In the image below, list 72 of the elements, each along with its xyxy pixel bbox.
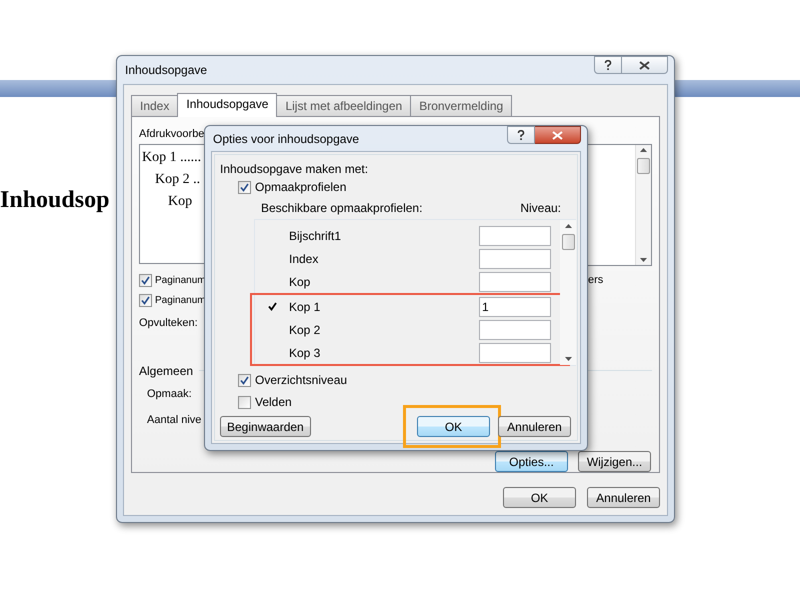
check-mark-icon bbox=[240, 376, 249, 384]
style-name: Kop 2 bbox=[289, 322, 322, 336]
checkbox[interactable] bbox=[238, 374, 251, 386]
column-header: Beschikbare opmaakprofielen: bbox=[261, 200, 422, 216]
level-field[interactable]: 1 bbox=[479, 296, 551, 316]
help-icon bbox=[604, 60, 612, 70]
style-row[interactable]: Bijschrift1 bbox=[250, 224, 570, 247]
preview-line: Kop 1 ...... bbox=[142, 149, 202, 167]
close-icon bbox=[552, 130, 563, 140]
check-mark-icon bbox=[268, 302, 276, 311]
checkbox[interactable] bbox=[238, 180, 251, 194]
dialog-button[interactable]: Annuleren bbox=[498, 416, 571, 437]
preview-line: Kop 2 .. bbox=[155, 171, 200, 189]
style-name: Index bbox=[289, 252, 320, 266]
format-label: Opmaak: bbox=[147, 387, 192, 402]
checkbox-label[interactable]: Paginanum bbox=[155, 294, 206, 306]
check-mark-icon bbox=[240, 182, 249, 192]
help-icon bbox=[517, 130, 525, 140]
tab[interactable]: Inhoudsopgave bbox=[177, 93, 278, 117]
close-icon bbox=[639, 60, 650, 70]
fill-label: Opvulteken: bbox=[139, 316, 198, 331]
levels-label: Aantal nive bbox=[147, 413, 202, 428]
section-label: Inhoudsopgave maken met: bbox=[220, 161, 368, 177]
checkbox[interactable] bbox=[139, 294, 152, 306]
scroll-up-icon bbox=[564, 224, 572, 228]
help-button[interactable] bbox=[594, 56, 622, 74]
column-header: Niveau: bbox=[520, 200, 561, 216]
style-name: Kop bbox=[289, 274, 312, 288]
checkbox-label[interactable]: Opmaakprofielen bbox=[255, 180, 346, 194]
check-mark-icon bbox=[141, 296, 150, 304]
tab[interactable]: Lijst met afbeeldingen bbox=[276, 95, 412, 116]
close-button[interactable] bbox=[622, 56, 668, 74]
checkbox[interactable] bbox=[238, 396, 251, 408]
level-field[interactable] bbox=[479, 320, 551, 340]
scroll-up-icon bbox=[640, 148, 647, 152]
style-name: Kop 1 bbox=[289, 300, 322, 314]
window-title: Inhoudsopgave bbox=[124, 63, 208, 77]
help-button[interactable] bbox=[507, 126, 535, 144]
scroll-thumb[interactable] bbox=[562, 234, 574, 250]
scrollbar[interactable] bbox=[635, 145, 651, 265]
level-field[interactable] bbox=[479, 272, 551, 292]
document-heading: Inhoudsop bbox=[0, 187, 110, 214]
option-label: ers bbox=[587, 273, 604, 288]
scrollbar[interactable] bbox=[560, 220, 576, 365]
style-name: Bijschrift1 bbox=[289, 228, 342, 242]
preview-line: Kop bbox=[168, 193, 192, 211]
window-title: Opties voor inhoudsopgave bbox=[212, 132, 360, 146]
scroll-down-icon bbox=[564, 357, 572, 361]
check-mark-icon bbox=[141, 276, 150, 284]
checkbox[interactable] bbox=[139, 274, 152, 286]
dialog-button[interactable]: Wijzigen... bbox=[578, 451, 651, 472]
style-row[interactable]: Kop bbox=[250, 270, 570, 293]
tab[interactable]: Bronvermelding bbox=[410, 95, 512, 116]
dialog-button[interactable]: OK bbox=[503, 487, 576, 508]
checkbox-label[interactable]: Paginanum bbox=[155, 274, 206, 286]
checkbox-label[interactable]: Overzichtsniveau bbox=[255, 373, 348, 387]
dialog-button[interactable]: Annuleren bbox=[587, 487, 660, 508]
level-field[interactable] bbox=[479, 226, 551, 246]
dialog-button[interactable]: OK bbox=[417, 416, 490, 437]
scroll-down-icon bbox=[640, 258, 647, 262]
level-field[interactable] bbox=[479, 342, 551, 362]
level-field[interactable] bbox=[479, 248, 551, 268]
close-button[interactable] bbox=[535, 126, 581, 144]
section-label: Algemeen bbox=[139, 364, 194, 378]
preview-label: Afdrukvoorbe bbox=[139, 127, 204, 142]
reset-button[interactable]: Beginwaarden bbox=[220, 416, 311, 437]
tab[interactable]: Index bbox=[131, 95, 178, 116]
dialog-button[interactable]: Opties... bbox=[495, 451, 568, 472]
style-row[interactable]: Index bbox=[250, 247, 570, 270]
scroll-thumb[interactable] bbox=[637, 158, 650, 174]
checkbox-label[interactable]: Velden bbox=[255, 395, 292, 409]
style-name: Kop 3 bbox=[289, 346, 322, 360]
